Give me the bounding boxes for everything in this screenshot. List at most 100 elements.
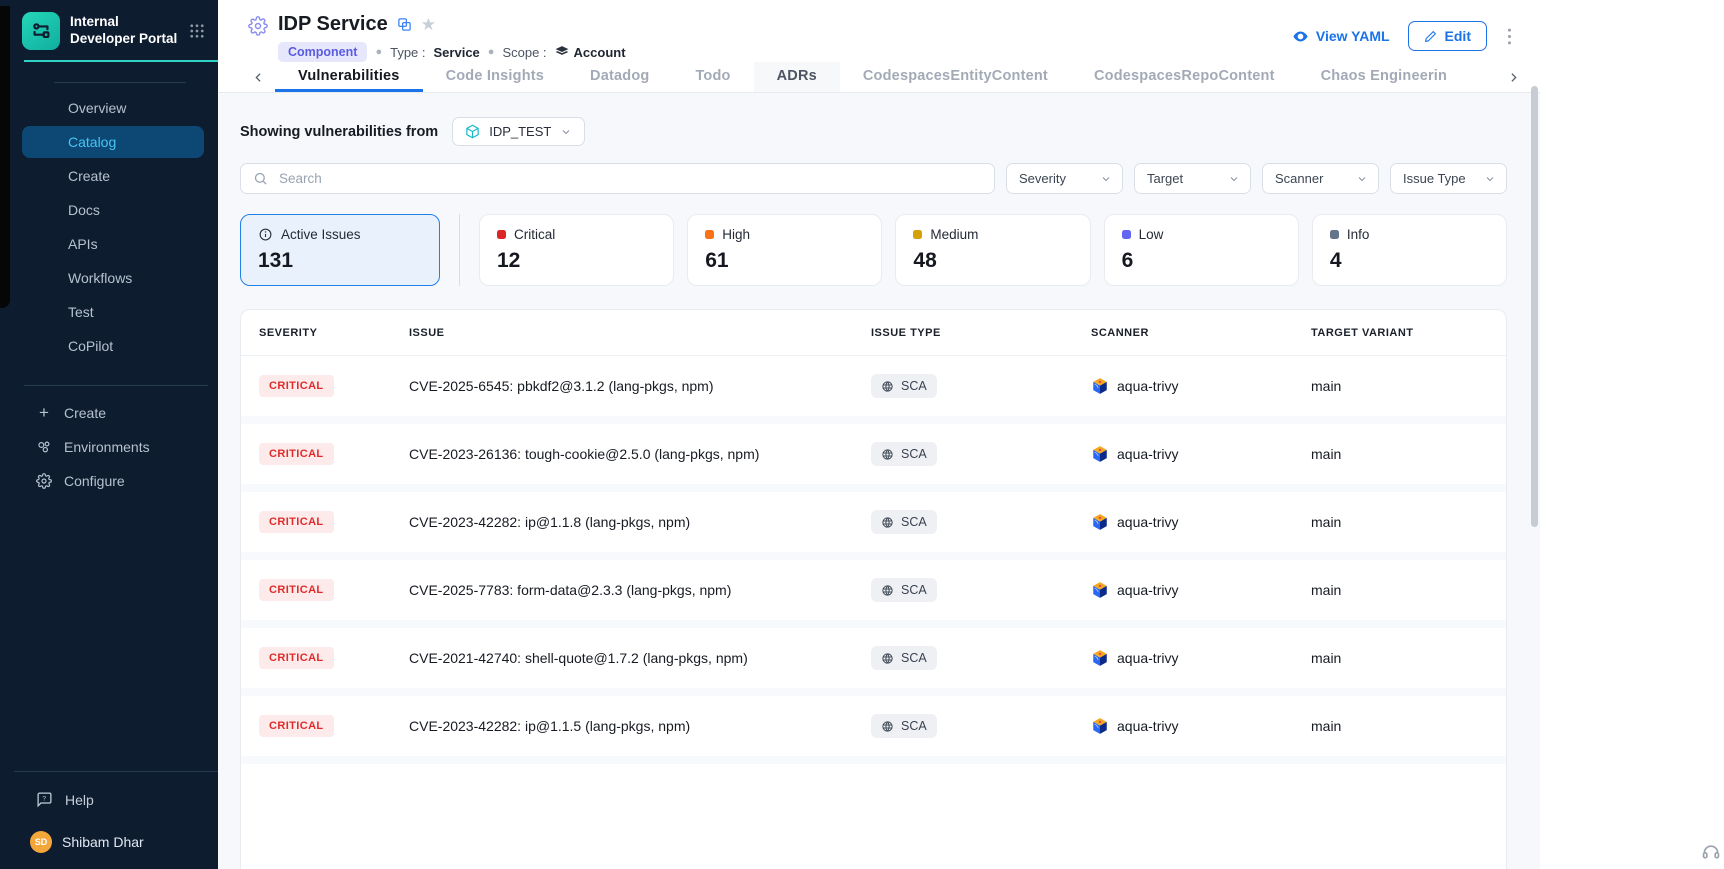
table-row[interactable]: CRITICAL CVE-2021-42740: shell-quote@1.7… bbox=[241, 628, 1506, 696]
filter-select[interactable]: Scanner bbox=[1262, 163, 1379, 194]
filter-select[interactable]: Target bbox=[1134, 163, 1251, 194]
edit-button[interactable]: Edit bbox=[1408, 21, 1487, 51]
sidebar-nav-item[interactable]: Test bbox=[22, 296, 204, 328]
more-options-icon[interactable] bbox=[1505, 26, 1514, 47]
search-input[interactable] bbox=[277, 170, 982, 187]
active-issues-card[interactable]: Active Issues 131 bbox=[240, 214, 440, 286]
type-value: Service bbox=[434, 45, 480, 60]
severity-stat-card[interactable]: Low 6 bbox=[1104, 214, 1299, 286]
tab[interactable]: Todo bbox=[672, 62, 753, 92]
tab[interactable]: Vulnerabilities bbox=[275, 62, 423, 92]
sidebar-nav-item[interactable]: Overview bbox=[22, 92, 204, 124]
issue-type-label: SCA bbox=[901, 583, 927, 597]
tab[interactable]: CodespacesEntityContent bbox=[840, 62, 1071, 92]
severity-stat-card[interactable]: Info 4 bbox=[1312, 214, 1507, 286]
sidebar-action-create[interactable]: + Create bbox=[0, 396, 218, 430]
tab[interactable]: ADRs bbox=[754, 62, 840, 92]
tab[interactable]: Chaos Engineerin bbox=[1298, 62, 1470, 92]
help-button[interactable]: ? Help bbox=[0, 778, 218, 821]
aqua-trivy-icon bbox=[1091, 445, 1109, 463]
severity-label: Critical bbox=[514, 227, 555, 242]
severity-dot bbox=[705, 230, 714, 239]
table-row[interactable]: CRITICAL CVE-2023-42282: ip@1.1.8 (lang-… bbox=[241, 492, 1506, 560]
aqua-trivy-icon bbox=[1091, 717, 1109, 735]
tabs-scroll-right-icon[interactable] bbox=[1497, 62, 1530, 92]
divider bbox=[14, 771, 218, 772]
tab[interactable]: Code Insights bbox=[423, 62, 567, 92]
filter-label: Target bbox=[1147, 171, 1183, 186]
kind-badge[interactable]: Component bbox=[278, 42, 367, 62]
table-row[interactable]: CRITICAL CVE-2023-42282: ip@1.1.5 (lang-… bbox=[241, 696, 1506, 764]
active-issues-value: 131 bbox=[258, 249, 422, 273]
scanner-name: aqua-trivy bbox=[1117, 650, 1178, 666]
table-row[interactable]: CRITICAL CVE-2023-26136: tough-cookie@2.… bbox=[241, 424, 1506, 492]
filter-select[interactable]: Severity bbox=[1006, 163, 1123, 194]
severity-stat-card[interactable]: Medium 48 bbox=[895, 214, 1090, 286]
severity-stat-card[interactable]: Critical 12 bbox=[479, 214, 674, 286]
stats-row: Active Issues 131 Critical 12 High 61 Me… bbox=[240, 214, 1507, 286]
severity-label: Info bbox=[1347, 227, 1370, 242]
apps-grid-icon[interactable] bbox=[188, 22, 206, 40]
scanner-name: aqua-trivy bbox=[1117, 514, 1178, 530]
severity-badge: CRITICAL bbox=[259, 443, 334, 465]
divider bbox=[54, 82, 186, 83]
severity-stat-card[interactable]: High 61 bbox=[687, 214, 882, 286]
issue-type-label: SCA bbox=[901, 719, 927, 733]
sidebar-nav-item[interactable]: CoPilot bbox=[22, 330, 204, 362]
view-yaml-link[interactable]: View YAML bbox=[1292, 28, 1390, 45]
sidebar-action-label: Create bbox=[64, 405, 106, 421]
eye-icon bbox=[1292, 28, 1309, 45]
sidebar-footer: ? Help SD Shibam Dhar bbox=[0, 771, 218, 869]
tab[interactable]: Datadog bbox=[567, 62, 672, 92]
sidebar-header: Internal Developer Portal bbox=[0, 0, 218, 62]
issue-text: CVE-2023-42282: ip@1.1.5 (lang-pkgs, npm… bbox=[409, 718, 871, 734]
issue-type-label: SCA bbox=[901, 379, 927, 393]
column-header[interactable]: SCANNER bbox=[1091, 327, 1311, 339]
scanner-name: aqua-trivy bbox=[1117, 446, 1178, 462]
severity-dot bbox=[913, 230, 922, 239]
tab-label: Todo bbox=[695, 68, 730, 84]
issue-text: CVE-2023-42282: ip@1.1.8 (lang-pkgs, npm… bbox=[409, 514, 871, 530]
filter-label: Severity bbox=[1019, 171, 1066, 186]
sidebar-action-environments[interactable]: Environments bbox=[0, 430, 218, 464]
sidebar-nav-item[interactable]: APIs bbox=[22, 228, 204, 260]
app-logo[interactable] bbox=[22, 12, 60, 50]
table-row[interactable]: CRITICAL CVE-2025-6545: pbkdf2@3.1.2 (la… bbox=[241, 356, 1506, 424]
table-row[interactable]: CRITICAL CVE-2025-7783: form-data@2.3.3 … bbox=[241, 560, 1506, 628]
avatar: SD bbox=[30, 831, 52, 853]
tabs-scroll-left-icon[interactable] bbox=[242, 62, 275, 92]
cube-icon bbox=[465, 124, 480, 139]
sca-globe-icon bbox=[881, 720, 894, 733]
tab-bar: Vulnerabilities Code Insights Datadog To… bbox=[218, 62, 1540, 93]
tab-label: Datadog bbox=[590, 68, 649, 84]
star-icon[interactable]: ★ bbox=[421, 16, 436, 33]
target-variant: main bbox=[1311, 378, 1488, 394]
sidebar-nav-item[interactable]: Docs bbox=[22, 194, 204, 226]
scanner-name: aqua-trivy bbox=[1117, 378, 1178, 394]
support-headset-icon[interactable] bbox=[1701, 842, 1721, 862]
column-header[interactable]: SEVERITY bbox=[259, 327, 409, 339]
chevron-down-icon bbox=[560, 126, 572, 138]
sidebar-nav-item[interactable]: Create bbox=[22, 160, 204, 192]
filter-select[interactable]: Issue Type bbox=[1390, 163, 1507, 194]
sidebar-nav-label: Catalog bbox=[68, 134, 116, 150]
column-header[interactable]: ISSUE TYPE bbox=[871, 327, 1091, 339]
tab[interactable]: CodespacesRepoContent bbox=[1071, 62, 1298, 92]
tab-label: Chaos Engineerin bbox=[1321, 68, 1447, 84]
column-header[interactable]: TARGET VARIANT bbox=[1311, 327, 1488, 339]
copy-icon[interactable] bbox=[397, 17, 412, 32]
sidebar-nav-item[interactable]: Catalog bbox=[22, 126, 204, 158]
chevron-down-icon bbox=[1100, 173, 1112, 185]
sidebar-action-configure[interactable]: Configure bbox=[0, 464, 218, 498]
severity-badge: CRITICAL bbox=[259, 647, 334, 669]
column-header[interactable]: ISSUE bbox=[409, 327, 871, 339]
severity-label: Medium bbox=[930, 227, 978, 242]
target-variant: main bbox=[1311, 514, 1488, 530]
vertical-scrollbar[interactable] bbox=[1531, 86, 1538, 527]
severity-dot bbox=[1122, 230, 1131, 239]
sidebar-nav-item[interactable]: Workflows bbox=[22, 262, 204, 294]
gear-icon bbox=[36, 473, 52, 489]
dot-separator: ● bbox=[375, 46, 382, 58]
source-selector[interactable]: IDP_TEST bbox=[452, 117, 585, 146]
user-menu[interactable]: SD Shibam Dhar bbox=[0, 821, 218, 857]
